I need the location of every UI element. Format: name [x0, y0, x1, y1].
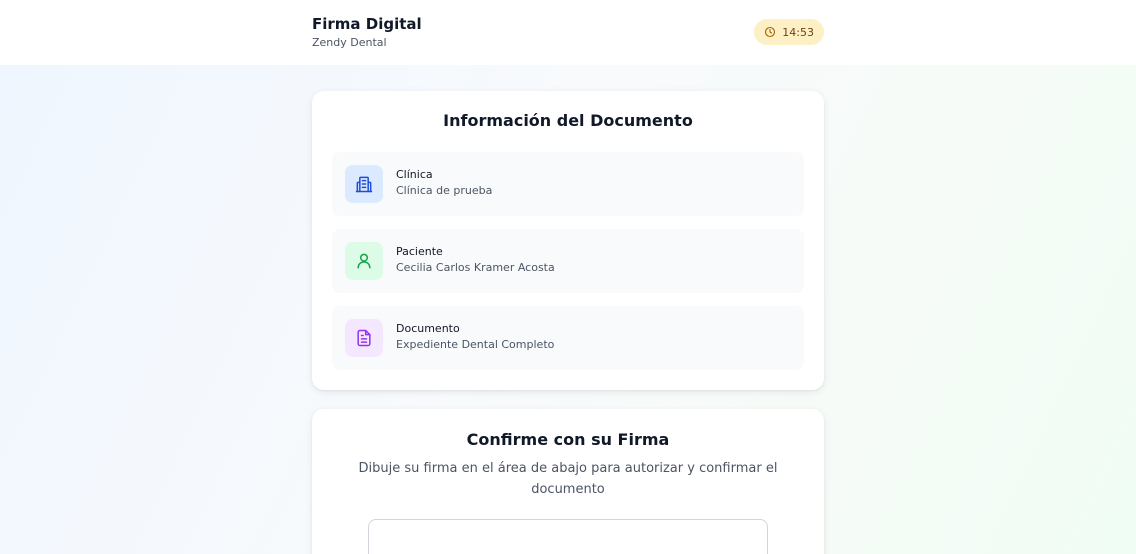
info-value-document: Expediente Dental Completo: [396, 338, 555, 351]
time-text: 14:53: [782, 25, 814, 39]
time-badge: 14:53: [754, 19, 824, 45]
document-info-title: Información del Documento: [443, 111, 693, 130]
app-subtitle: Zendy Dental: [312, 36, 387, 49]
info-row-clinic: Clínica Clínica de prueba: [332, 152, 804, 216]
info-row-document: Documento Expediente Dental Completo: [332, 306, 804, 370]
info-row-patient: Paciente Cecilia Carlos Kramer Acosta: [332, 229, 804, 293]
top-bar: Firma Digital Zendy Dental 14:53: [0, 0, 1136, 65]
building-icon: [345, 165, 383, 203]
signature-description: Dibuje su firma en el área de abajo para…: [358, 461, 778, 497]
app-title: Firma Digital: [312, 15, 422, 33]
document-icon: [345, 319, 383, 357]
signature-title: Confirme con su Firma: [466, 430, 670, 449]
user-icon: [345, 242, 383, 280]
info-label-document: Documento: [396, 322, 460, 335]
top-bar-content: Firma Digital Zendy Dental 14:53: [312, 0, 824, 65]
info-label-clinic: Clínica: [396, 168, 433, 181]
document-info-card: Información del Documento Clínica Clínic…: [312, 91, 824, 390]
signature-card: Confirme con su Firma Dibuje su firma en…: [312, 409, 824, 554]
info-value-clinic: Clínica de prueba: [396, 184, 493, 197]
info-value-patient: Cecilia Carlos Kramer Acosta: [396, 261, 555, 274]
signature-pad[interactable]: [368, 519, 768, 554]
clock-icon: [764, 26, 776, 38]
info-label-patient: Paciente: [396, 245, 443, 258]
